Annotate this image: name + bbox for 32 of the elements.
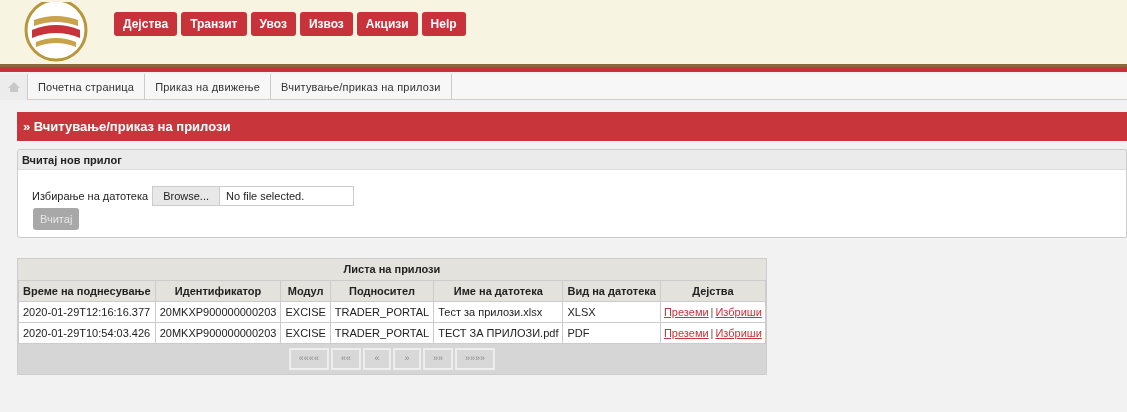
column-header: Идентификатор	[155, 280, 281, 302]
action-link[interactable]: Преземи	[663, 305, 709, 318]
link-separator: |	[710, 305, 714, 318]
column-header: Име на датотека	[433, 280, 563, 302]
page-title: » Вчитување/приказ на прилози	[17, 112, 1127, 141]
column-header: Вид на датотека	[562, 280, 661, 302]
browse-button[interactable]: Browse...	[153, 187, 220, 205]
column-header: Дејства	[660, 280, 766, 302]
menu-button[interactable]: Увоз	[250, 12, 296, 36]
breadcrumb-link[interactable]: Приказ на движење	[145, 73, 272, 100]
action-link[interactable]: Избриши	[715, 305, 762, 318]
table-cell: 2020-01-29T12:16:16.377	[18, 301, 156, 323]
table-title: Листа на прилози	[18, 259, 766, 280]
file-status: No file selected.	[225, 188, 306, 204]
menu-button[interactable]: Дејства	[114, 12, 178, 36]
menu-button[interactable]: Help	[421, 12, 466, 36]
menu-button[interactable]: Транзит	[181, 12, 247, 36]
breadcrumb-link[interactable]: Почетна страница	[28, 73, 146, 100]
field-label: Избирање на датотека	[32, 188, 149, 204]
file-input[interactable]: Browse... No file selected.	[152, 186, 355, 206]
column-header: Време на поднесување	[18, 280, 156, 302]
column-header: Подносител	[330, 280, 434, 302]
table-cell: 2020-01-29T10:54:03.426	[18, 322, 156, 344]
action-link[interactable]: Избриши	[715, 326, 762, 339]
panel-title: Вчитај нов прилог	[18, 150, 1126, 170]
link-separator: |	[710, 326, 714, 339]
action-link[interactable]: Преземи	[663, 326, 709, 339]
home-icon[interactable]	[0, 73, 28, 100]
breadcrumb-link[interactable]: Вчитување/приказ на прилози	[271, 73, 452, 100]
menu-button[interactable]: Извоз	[299, 12, 353, 36]
menu-button[interactable]: Акцизи	[356, 12, 418, 36]
column-header: Модул	[280, 280, 331, 302]
